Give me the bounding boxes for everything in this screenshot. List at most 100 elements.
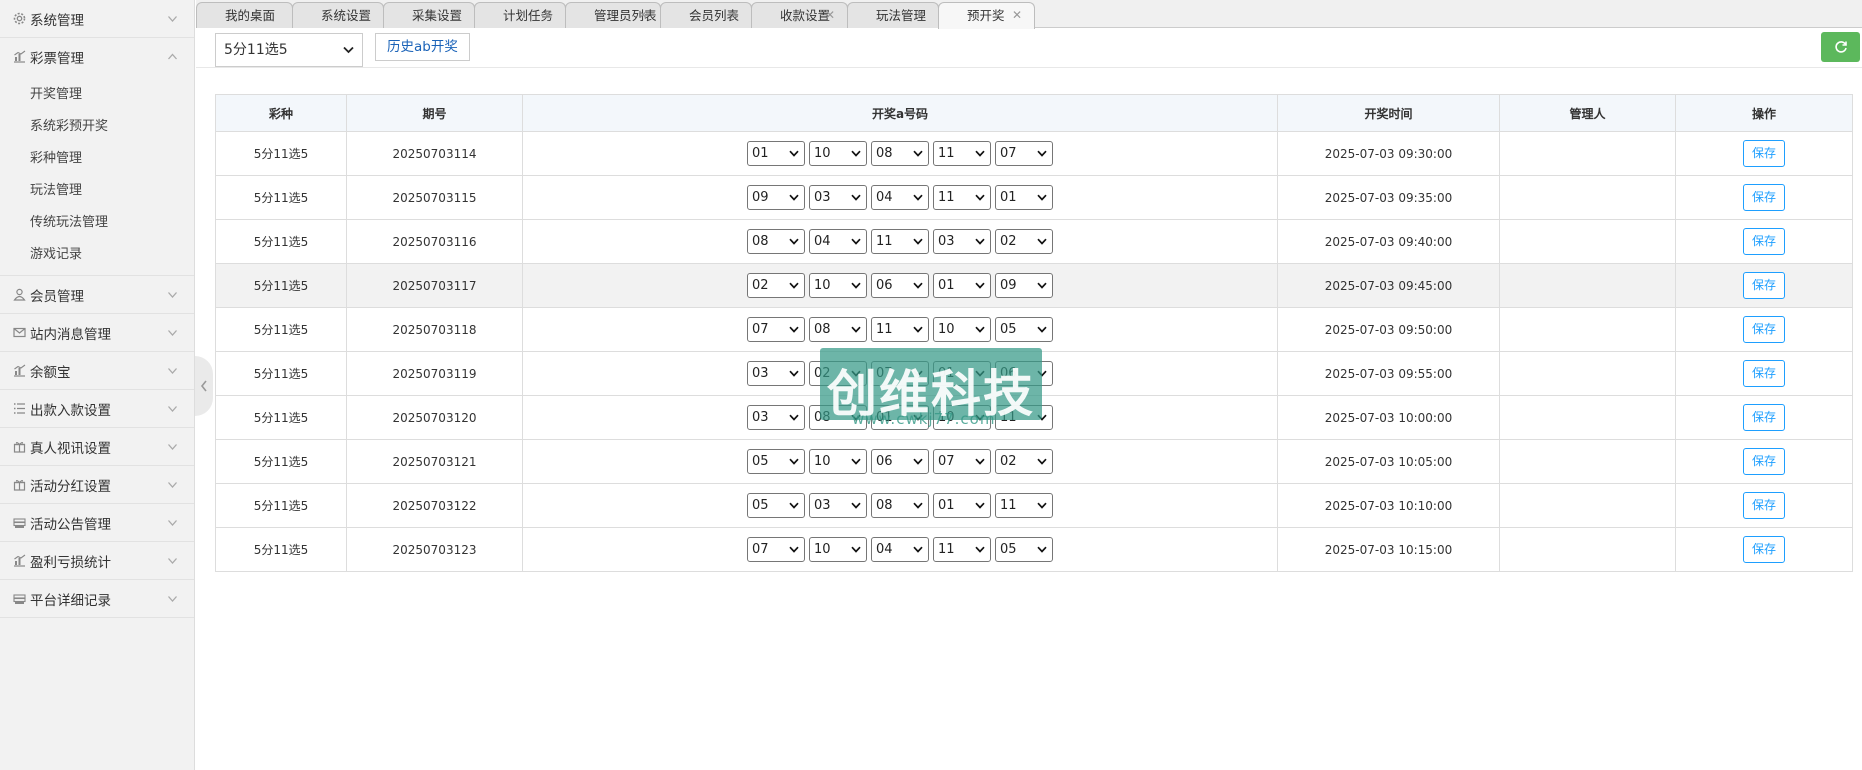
close-icon[interactable]: ✕	[638, 3, 648, 28]
draw-number-select[interactable]: 02	[809, 361, 867, 386]
history-ab-draw-button[interactable]: 历史ab开奖	[375, 33, 470, 61]
menu-group-header[interactable]: 彩票管理	[0, 38, 194, 75]
draw-number-select[interactable]: 01	[933, 493, 991, 518]
draw-number-select[interactable]: 10	[809, 537, 867, 562]
close-icon[interactable]: ✕	[729, 3, 739, 28]
close-icon[interactable]: ✕	[543, 3, 553, 28]
draw-number-select[interactable]: 11	[871, 317, 929, 342]
close-icon[interactable]: ✕	[825, 3, 835, 28]
menu-group-header[interactable]: 活动分红设置	[0, 466, 194, 503]
menu-group-header[interactable]: 盈利亏损统计	[0, 542, 194, 579]
draw-number-select[interactable]: 08	[809, 405, 867, 430]
draw-number-select[interactable]: 08	[871, 141, 929, 166]
tab-item[interactable]: 预开奖 ✕	[938, 2, 1035, 29]
save-button[interactable]: 保存	[1743, 492, 1785, 519]
draw-number-select[interactable]: 02	[995, 449, 1053, 474]
draw-number-select[interactable]: 04	[809, 229, 867, 254]
draw-number-select[interactable]: 02	[995, 229, 1053, 254]
menu-group-header[interactable]: 出款入款设置	[0, 390, 194, 427]
draw-number-select[interactable]: 11	[995, 493, 1053, 518]
draw-number-select[interactable]: 04	[871, 185, 929, 210]
draw-number-select[interactable]: 01	[933, 361, 991, 386]
draw-number-select[interactable]: 01	[933, 273, 991, 298]
tab-item[interactable]: 收款设置 ✕	[751, 2, 848, 28]
save-button[interactable]: 保存	[1743, 228, 1785, 255]
save-button[interactable]: 保存	[1743, 184, 1785, 211]
draw-number-select[interactable]: 07	[933, 449, 991, 474]
draw-number-select[interactable]: 06	[871, 449, 929, 474]
save-button[interactable]: 保存	[1743, 360, 1785, 387]
draw-number-select[interactable]: 11	[933, 141, 991, 166]
draw-number-select[interactable]: 08	[871, 493, 929, 518]
menu-group-label: 活动公告管理	[30, 516, 111, 533]
save-button[interactable]: 保存	[1743, 316, 1785, 343]
tab-item[interactable]: 我的桌面	[196, 2, 293, 28]
draw-number-select[interactable]: 10	[933, 317, 991, 342]
tab-item[interactable]: 管理员列表 ✕	[565, 2, 661, 28]
submenu-item[interactable]: 开奖管理	[0, 79, 194, 111]
draw-number-select[interactable]: 07	[747, 317, 805, 342]
menu-group-header[interactable]: 真人视讯设置	[0, 428, 194, 465]
draw-number-select[interactable]: 09	[995, 273, 1053, 298]
refresh-button[interactable]	[1821, 32, 1860, 62]
close-icon[interactable]: ✕	[916, 3, 926, 28]
draw-number-select[interactable]: 07	[747, 537, 805, 562]
draw-number-select[interactable]: 06	[995, 361, 1053, 386]
cell-issue: 20250703123	[346, 527, 523, 572]
tab-item[interactable]: 玩法管理 ✕	[847, 2, 939, 28]
save-button[interactable]: 保存	[1743, 272, 1785, 299]
sidebar-collapse-toggle[interactable]	[195, 356, 213, 416]
submenu-item[interactable]: 玩法管理	[0, 175, 194, 207]
submenu-item[interactable]: 系统彩预开奖	[0, 111, 194, 143]
draw-number-select[interactable]: 09	[747, 185, 805, 210]
draw-number-select[interactable]: 10	[809, 141, 867, 166]
menu-group-header[interactable]: 平台详细记录	[0, 580, 194, 617]
tab-item[interactable]: 计划任务 ✕	[474, 2, 566, 28]
menu-group-header[interactable]: 活动公告管理	[0, 504, 194, 541]
draw-number-select[interactable]: 02	[747, 273, 805, 298]
save-button[interactable]: 保存	[1743, 536, 1785, 563]
menu-group-header[interactable]: 会员管理	[0, 276, 194, 313]
draw-number-select[interactable]: 03	[809, 493, 867, 518]
draw-number-select[interactable]: 07	[871, 361, 929, 386]
draw-number-select[interactable]: 11	[995, 405, 1053, 430]
draw-number-select[interactable]: 01	[747, 141, 805, 166]
tab-item[interactable]: 系统设置 ✕	[292, 2, 384, 28]
draw-number-select[interactable]: 03	[747, 361, 805, 386]
draw-number-select[interactable]: 06	[871, 273, 929, 298]
save-button[interactable]: 保存	[1743, 404, 1785, 431]
draw-number-select[interactable]: 01	[871, 405, 929, 430]
draw-number-select[interactable]: 10	[809, 273, 867, 298]
draw-number-select[interactable]: 05	[995, 317, 1053, 342]
tab-item[interactable]: 会员列表 ✕	[660, 2, 752, 28]
menu-group-header[interactable]: 系统管理	[0, 0, 194, 37]
draw-number-select[interactable]: 10	[933, 405, 991, 430]
draw-number-select[interactable]: 05	[747, 493, 805, 518]
draw-number-select[interactable]: 10	[809, 449, 867, 474]
draw-number-select[interactable]: 07	[995, 141, 1053, 166]
draw-number-select[interactable]: 11	[933, 537, 991, 562]
tab-item[interactable]: 采集设置 ✕	[383, 2, 475, 28]
draw-number-select[interactable]: 03	[809, 185, 867, 210]
save-button[interactable]: 保存	[1743, 140, 1785, 167]
draw-number-select[interactable]: 01	[995, 185, 1053, 210]
draw-number-select[interactable]: 11	[871, 229, 929, 254]
draw-number-select[interactable]: 03	[747, 405, 805, 430]
lottery-select[interactable]: 5分11选5	[215, 33, 363, 67]
menu-group-header[interactable]: 站内消息管理	[0, 314, 194, 351]
draw-number-select[interactable]: 05	[747, 449, 805, 474]
draw-number-select[interactable]: 05	[995, 537, 1053, 562]
submenu-item[interactable]: 彩种管理	[0, 143, 194, 175]
close-icon[interactable]: ✕	[452, 3, 462, 28]
draw-number-select[interactable]: 08	[747, 229, 805, 254]
draw-number-select[interactable]: 11	[933, 185, 991, 210]
draw-number-select[interactable]: 03	[933, 229, 991, 254]
submenu-item[interactable]: 传统玩法管理	[0, 207, 194, 239]
draw-number-select[interactable]: 04	[871, 537, 929, 562]
close-icon[interactable]: ✕	[1012, 3, 1022, 28]
close-icon[interactable]: ✕	[361, 3, 371, 28]
menu-group-header[interactable]: 余额宝	[0, 352, 194, 389]
submenu-item[interactable]: 游戏记录	[0, 239, 194, 271]
draw-number-select[interactable]: 08	[809, 317, 867, 342]
save-button[interactable]: 保存	[1743, 448, 1785, 475]
